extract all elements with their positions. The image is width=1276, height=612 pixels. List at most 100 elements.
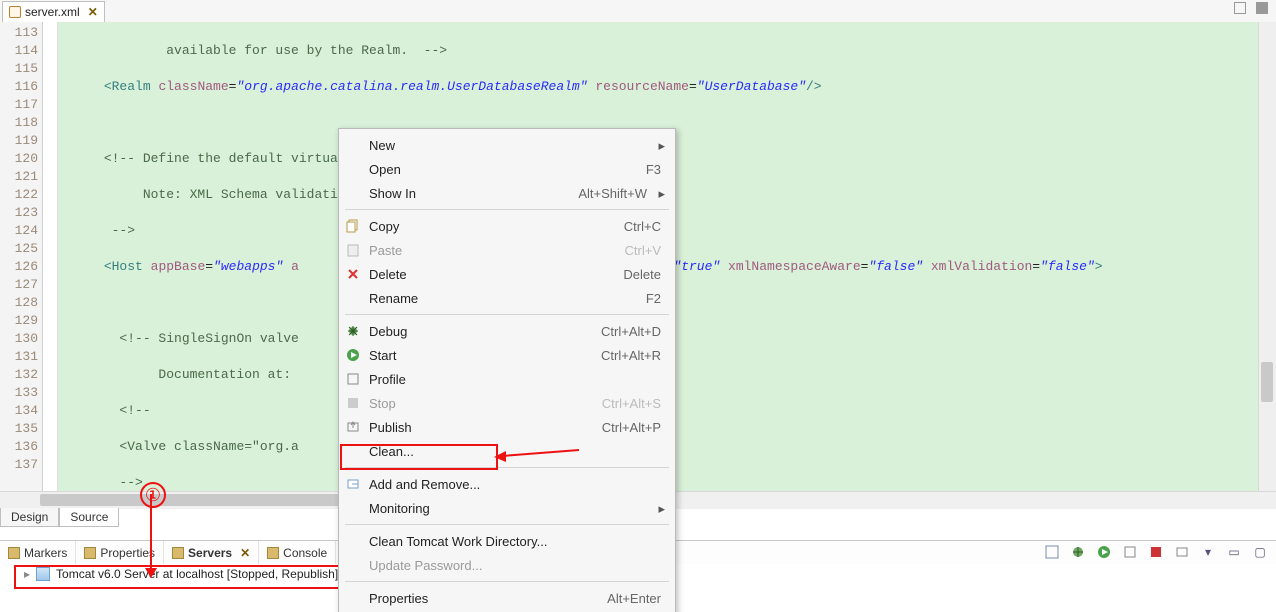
menu-label: New (369, 138, 395, 153)
menu-label: Monitoring (369, 501, 430, 516)
close-view-icon[interactable]: ✕ (236, 546, 250, 560)
menu-shortcut: Ctrl+Alt+R (601, 348, 661, 363)
menu-separator (345, 581, 669, 582)
fold-column (43, 22, 58, 508)
close-tab-icon[interactable]: ✕ (84, 5, 98, 19)
annotation-arrow-2 (494, 440, 584, 470)
servers-toolbar: ▾ ▭ ▢ (1044, 544, 1268, 560)
menu-shortcut: F3 (646, 162, 661, 177)
scrollbar-thumb[interactable] (40, 494, 340, 506)
view-tab-markers[interactable]: Markers (0, 541, 76, 565)
file-tab-serverxml[interactable]: server.xml ✕ (2, 1, 105, 22)
console-icon (267, 547, 279, 559)
new-server-icon[interactable] (1044, 544, 1060, 560)
vertical-scrollbar[interactable] (1258, 22, 1276, 508)
menu-separator (345, 524, 669, 525)
line-number-gutter: 113 114 115 116 117 118 119 120 121 122 … (0, 22, 43, 508)
menu-shortcut: Ctrl+C (624, 219, 661, 234)
menu-shortcut: Ctrl+Alt+P (602, 420, 661, 435)
stop-icon (345, 395, 361, 411)
editor-tabbar: server.xml ✕ (0, 0, 1276, 23)
view-tab-label: Properties (100, 546, 155, 560)
menu-label: Start (369, 348, 396, 363)
menu-new[interactable]: New (339, 133, 675, 157)
minimize-view-icon[interactable]: ▭ (1226, 544, 1242, 560)
menu-separator (345, 314, 669, 315)
xml-file-icon (9, 6, 21, 18)
menu-label: Open (369, 162, 401, 177)
view-tab-servers[interactable]: Servers ✕ (164, 541, 259, 565)
menu-stop: StopCtrl+Alt+S (339, 391, 675, 415)
server-node-label: Tomcat v6.0 Server at localhost [Stopped… (56, 567, 338, 581)
tab-source[interactable]: Source (59, 508, 119, 527)
menu-show-in[interactable]: Show In Alt+Shift+W (339, 181, 675, 205)
annotation-arrow-1-line (150, 494, 152, 572)
menu-label: Delete (369, 267, 407, 282)
menu-shortcut: Alt+Shift+W (578, 186, 647, 201)
menu-shortcut: Ctrl+V (625, 243, 661, 258)
maximize-icon[interactable] (1256, 2, 1268, 14)
properties-icon (84, 547, 96, 559)
stop-icon[interactable] (1148, 544, 1164, 560)
server-icon (36, 567, 50, 581)
menu-label: Add and Remove... (369, 477, 480, 492)
menu-shortcut: Ctrl+Alt+D (601, 324, 661, 339)
publish-icon (345, 419, 361, 435)
menu-label: Debug (369, 324, 407, 339)
menu-label: Update Password... (369, 558, 482, 573)
menu-start[interactable]: Start Ctrl+Alt+R (339, 343, 675, 367)
editor-window-controls (1234, 2, 1268, 14)
play-icon (345, 347, 361, 363)
menu-profile[interactable]: Profile (339, 367, 675, 391)
bug-icon (345, 323, 361, 339)
publish-icon[interactable] (1174, 544, 1190, 560)
menu-label: Publish (369, 420, 412, 435)
markers-icon (8, 547, 20, 559)
menu-label: Properties (369, 591, 428, 606)
menu-label: Clean Tomcat Work Directory... (369, 534, 547, 549)
editor-bottom-tabs: Design Source (0, 508, 119, 528)
menu-update-password: Update Password... (339, 553, 675, 577)
view-tab-console[interactable]: Console (259, 541, 336, 565)
menu-rename[interactable]: RenameF2 (339, 286, 675, 310)
menu-separator (345, 209, 669, 210)
menu-add-remove[interactable]: Add and Remove... (339, 472, 675, 496)
profile-icon[interactable] (1122, 544, 1138, 560)
paste-icon (345, 242, 361, 258)
tab-design[interactable]: Design (0, 508, 59, 527)
scrollbar-thumb[interactable] (1261, 362, 1273, 402)
menu-delete[interactable]: Delete Delete (339, 262, 675, 286)
copy-icon (345, 218, 361, 234)
minimize-icon[interactable] (1234, 2, 1246, 14)
menu-label: Profile (369, 372, 406, 387)
view-tab-label: Console (283, 546, 327, 560)
add-remove-icon (345, 476, 361, 492)
delete-icon (345, 266, 361, 282)
view-tab-label: Servers (188, 546, 232, 560)
menu-shortcut: F2 (646, 291, 661, 306)
menu-label: Show In (369, 186, 416, 201)
servers-icon (172, 547, 184, 559)
menu-debug[interactable]: Debug Ctrl+Alt+D (339, 319, 675, 343)
menu-open[interactable]: Open F3 (339, 157, 675, 181)
menu-clean-work-dir[interactable]: Clean Tomcat Work Directory... (339, 529, 675, 553)
annotation-arrow-1-head (145, 568, 157, 578)
context-menu: New Open F3 Show In Alt+Shift+W Copy Ctrl+C… (338, 128, 676, 612)
menu-publish[interactable]: Publish Ctrl+Alt+P (339, 415, 675, 439)
menu-copy[interactable]: Copy Ctrl+C (339, 214, 675, 238)
annotation-number-1: ① (140, 482, 166, 508)
workbench: server.xml ✕ 113 114 115 116 117 118 119… (0, 0, 1276, 612)
run-icon[interactable] (1096, 544, 1112, 560)
menu-label: Copy (369, 219, 399, 234)
debug-icon[interactable] (1070, 544, 1086, 560)
view-menu-icon[interactable]: ▾ (1200, 544, 1216, 560)
maximize-view-icon[interactable]: ▢ (1252, 544, 1268, 560)
view-tab-label: Markers (24, 546, 67, 560)
menu-monitoring[interactable]: Monitoring (339, 496, 675, 520)
profile-icon (345, 371, 361, 387)
menu-paste: PasteCtrl+V (339, 238, 675, 262)
menu-properties[interactable]: PropertiesAlt+Enter (339, 586, 675, 610)
menu-shortcut: Delete (623, 267, 661, 282)
file-tab-label: server.xml (25, 5, 80, 19)
menu-label: Stop (369, 396, 396, 411)
